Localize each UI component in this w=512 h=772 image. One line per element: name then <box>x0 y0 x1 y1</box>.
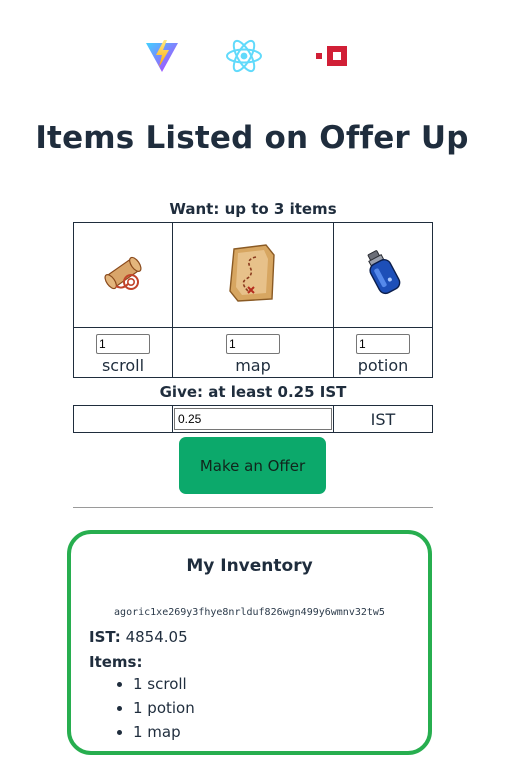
make-offer-label: Make an Offer <box>199 456 306 475</box>
scroll-quantity-input[interactable] <box>96 334 150 354</box>
vite-logo-icon[interactable] <box>142 36 182 76</box>
scroll-icon <box>98 256 148 302</box>
wallet-address: agoric1xe269y3fhye8nrlduf826wgn499y6wmnv… <box>114 607 385 618</box>
want-caption: Want: up to 3 items <box>169 200 337 218</box>
agoric-logo-icon[interactable] <box>313 36 353 76</box>
inventory-panel: My Inventory agoric1xe269y3fhye8nrlduf82… <box>67 530 432 755</box>
potion-label: potion <box>357 356 409 375</box>
map-label: map <box>235 356 271 375</box>
react-logo-icon[interactable] <box>224 36 264 76</box>
ist-balance: IST: 4854.05 <box>89 628 188 646</box>
give-empty-cell <box>73 405 173 433</box>
divider <box>73 507 433 508</box>
give-currency-cell: IST <box>333 405 433 433</box>
logo-bar <box>0 36 512 76</box>
inventory-title: My Inventory <box>186 556 313 576</box>
items-heading: Items: <box>89 653 143 671</box>
map-icon <box>226 244 280 309</box>
potion-cell <box>333 222 433 328</box>
give-table: IST <box>73 405 433 433</box>
give-amount-cell <box>172 405 334 433</box>
page-title: Items Listed on Offer Up <box>35 120 469 156</box>
list-item: 1 scroll <box>133 670 195 694</box>
potion-quantity-input[interactable] <box>356 334 410 354</box>
map-quantity-input[interactable] <box>226 334 280 354</box>
ist-amount-input[interactable] <box>174 408 332 430</box>
inventory-items-list: 1 scroll 1 potion 1 map <box>93 670 195 742</box>
give-caption: Give: at least 0.25 IST <box>159 383 347 401</box>
map-cell <box>172 222 334 328</box>
potion-icon <box>358 250 408 304</box>
scroll-quantity-cell: scroll <box>73 327 173 378</box>
want-table: scroll map potion <box>73 222 433 378</box>
ist-balance-value: 4854.05 <box>125 628 188 646</box>
map-quantity-cell: map <box>172 327 334 378</box>
ist-balance-label: IST: <box>89 628 121 646</box>
make-offer-button[interactable]: Make an Offer <box>179 437 326 494</box>
list-item: 1 map <box>133 718 195 742</box>
potion-quantity-cell: potion <box>333 327 433 378</box>
scroll-cell <box>73 222 173 328</box>
list-item: 1 potion <box>133 694 195 718</box>
scroll-label: scroll <box>101 356 145 375</box>
